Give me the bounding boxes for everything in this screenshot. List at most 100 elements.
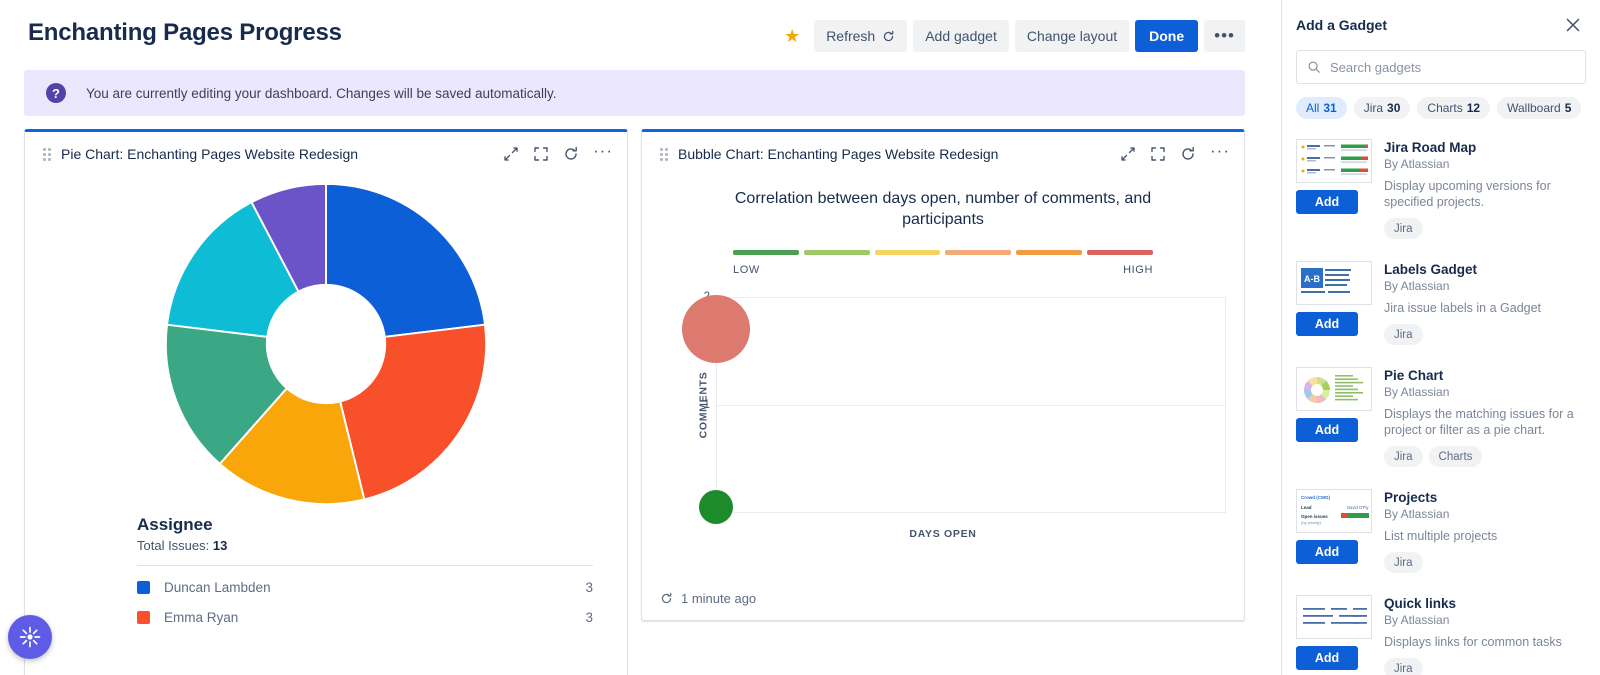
editing-banner: ? You are currently editing your dashboa… [24, 70, 1245, 116]
collapse-icon[interactable] [503, 146, 519, 162]
bubble-chart-gadget: Bubble Chart: Enchanting Pages Website R… [641, 129, 1245, 621]
gadget-item-name: Labels Gadget [1384, 262, 1586, 277]
bubble-chart-title: Correlation between days open, number of… [660, 176, 1226, 230]
legend-total: Total Issues: 13 [137, 538, 593, 553]
sidebar-header: Add a Gadget [1282, 0, 1600, 36]
gadget-list-item: Add Quick linksBy AtlassianDisplays links… [1296, 587, 1586, 675]
plot-box [716, 297, 1226, 512]
gadget-item-info: Quick linksBy AtlassianDisplays links fo… [1384, 595, 1586, 675]
refresh-button[interactable]: Refresh [814, 20, 907, 52]
legend-row[interactable]: Duncan Lambden3 [137, 572, 593, 602]
last-updated-text: 1 minute ago [681, 591, 756, 606]
legend-low-label: LOW [733, 264, 760, 276]
refresh-icon[interactable] [660, 592, 673, 605]
gadget-item-info: Jira Road MapBy AtlassianDisplay upcomin… [1384, 139, 1586, 239]
drag-handle-icon[interactable] [43, 147, 51, 161]
star-icon: ★ [784, 27, 800, 45]
gadget-tag[interactable]: Jira [1384, 446, 1423, 467]
done-button[interactable]: Done [1135, 20, 1198, 52]
svg-text:(by priority): (by priority) [1301, 520, 1322, 525]
pie-gadget-header-icons: ··· [503, 146, 613, 162]
svg-text:Open issues: Open issues [1301, 514, 1328, 519]
legend-color-swatch [1016, 250, 1082, 255]
gadget-list-item: Add Jira Road MapBy AtlassianDisplay upco… [1296, 131, 1586, 253]
svg-text:Lead: Lead [1301, 505, 1312, 510]
add-gadget-button[interactable]: Add [1296, 646, 1358, 670]
gadget-item-author: By Atlassian [1384, 385, 1586, 399]
gadget-list-item: Crowd (CWD) Lead David O'Fly Open issues… [1296, 481, 1586, 587]
gadget-item-name: Pie Chart [1384, 368, 1586, 383]
x-axis-label: DAYS OPEN [660, 528, 1226, 540]
legend-color-swatch [875, 250, 941, 255]
gadget-more-icon[interactable]: ··· [593, 146, 613, 162]
bubble-legend-swatches [733, 250, 1153, 255]
banner-text: You are currently editing your dashboard… [86, 86, 557, 101]
search-input[interactable] [1330, 60, 1575, 75]
dashboard-app: Enchanting Pages Progress ★ Refresh Add … [0, 0, 1600, 675]
filter-chip-count: 31 [1323, 101, 1336, 115]
y-tick-label: 1 [704, 399, 710, 411]
sidebar-title: Add a Gadget [1296, 17, 1387, 33]
gadget-tag[interactable]: Jira [1384, 218, 1423, 239]
filter-chip-count: 5 [1565, 101, 1572, 115]
bubble-gadget-header-icons: ··· [1120, 146, 1230, 162]
gadget-thumbnail: A-B [1296, 261, 1372, 305]
add-gadget-button[interactable]: Add [1296, 190, 1358, 214]
add-gadget-button[interactable]: Add [1296, 540, 1358, 564]
add-gadget-button[interactable]: Add [1296, 312, 1358, 336]
legend-heading: Assignee [137, 515, 593, 535]
maximize-icon[interactable] [1150, 146, 1166, 162]
add-gadget-button[interactable]: Add [1296, 418, 1358, 442]
gadget-thumbnail: Crowd (CWD) Lead David O'Fly Open issues… [1296, 489, 1372, 533]
bubble-chart-body: Correlation between days open, number of… [642, 176, 1244, 540]
more-options-button[interactable]: ••• [1204, 20, 1245, 52]
change-layout-button[interactable]: Change layout [1015, 20, 1129, 52]
refresh-icon [882, 30, 895, 43]
refresh-icon[interactable] [1180, 146, 1196, 162]
legend-color-swatch [1087, 250, 1153, 255]
question-icon: ? [46, 83, 66, 103]
filter-chip-label: Jira [1364, 101, 1383, 115]
maximize-icon[interactable] [533, 146, 549, 162]
gadget-item-tags: Jira Charts [1384, 446, 1586, 467]
add-gadget-button[interactable]: Add gadget [913, 20, 1009, 52]
gadget-list-item: A-B AddLabels GadgetBy AtlassianJira iss… [1296, 253, 1586, 359]
favorite-star-button[interactable]: ★ [776, 20, 808, 52]
gadget-item-author: By Atlassian [1384, 507, 1586, 521]
gadget-item-info: ProjectsBy AtlassianList multiple projec… [1384, 489, 1586, 573]
bubble-point[interactable] [699, 490, 733, 524]
gadget-more-icon[interactable]: ··· [1210, 146, 1230, 162]
legend-row[interactable]: Emma Ryan3 [137, 602, 593, 632]
filter-chip-wallboard[interactable]: Wallboard5 [1497, 97, 1581, 119]
gridline [716, 297, 1226, 298]
close-icon[interactable] [1562, 14, 1584, 36]
filter-chip-count: 12 [1467, 101, 1480, 115]
assistant-fab-button[interactable] [8, 615, 52, 659]
filter-chip-jira[interactable]: Jira30 [1354, 97, 1411, 119]
gadget-tag[interactable]: Charts [1429, 446, 1483, 467]
collapse-icon[interactable] [1120, 146, 1136, 162]
bubble-gadget-header: Bubble Chart: Enchanting Pages Website R… [642, 132, 1244, 176]
drag-handle-icon[interactable] [660, 147, 668, 161]
gadget-thumbnail [1296, 367, 1372, 411]
refresh-icon[interactable] [563, 146, 579, 162]
page-title: Enchanting Pages Progress [28, 16, 342, 48]
gadget-item-left: A-B Add [1296, 261, 1372, 345]
gadget-tag[interactable]: Jira [1384, 324, 1423, 345]
filter-chip-all[interactable]: All31 [1296, 97, 1347, 119]
bubble-point[interactable] [682, 295, 750, 363]
legend-high-label: HIGH [1123, 264, 1153, 276]
gadget-tag[interactable]: Jira [1384, 552, 1423, 573]
gadget-grid: Pie Chart: Enchanting Pages Website Rede… [0, 116, 1281, 675]
gridline [716, 405, 1226, 406]
gadget-thumbnail [1296, 595, 1372, 639]
bubble-gadget-title: Bubble Chart: Enchanting Pages Website R… [678, 146, 1110, 162]
gadget-item-left: Add [1296, 595, 1372, 675]
filter-chip-charts[interactable]: Charts12 [1417, 97, 1490, 119]
search-gadgets-field[interactable] [1296, 50, 1586, 84]
gadget-item-name: Projects [1384, 490, 1586, 505]
main-content: Enchanting Pages Progress ★ Refresh Add … [0, 0, 1281, 675]
gadget-tag[interactable]: Jira [1384, 658, 1423, 675]
gadget-item-description: Displays links for common tasks [1384, 634, 1586, 650]
gadget-item-description: Jira issue labels in a Gadget [1384, 300, 1586, 316]
